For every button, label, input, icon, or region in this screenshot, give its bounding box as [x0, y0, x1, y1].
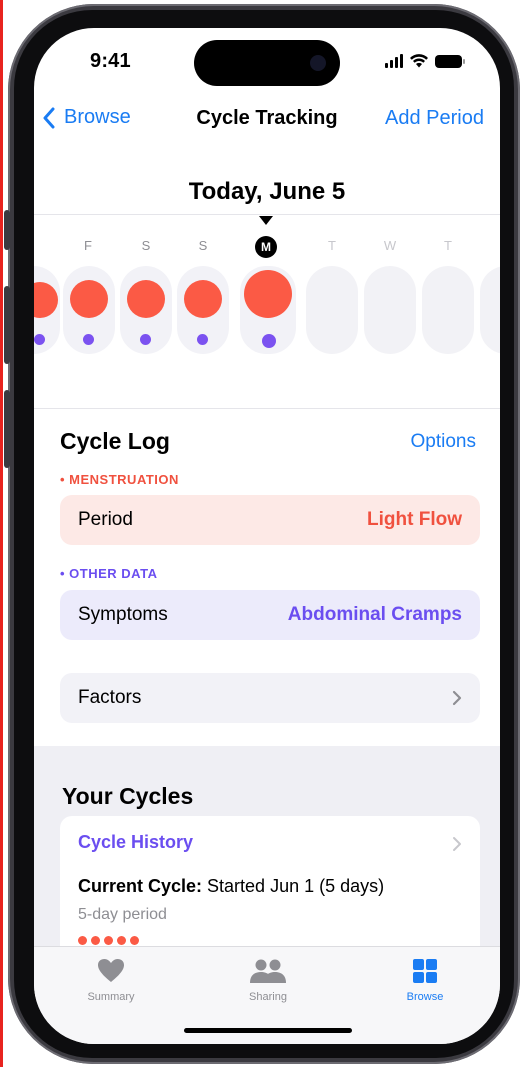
menstruation-tag: • MENSTRUATION — [60, 472, 179, 487]
period-value: Light Flow — [367, 509, 462, 530]
cellular-signal-icon — [385, 54, 403, 68]
period-label: Period — [78, 509, 133, 530]
day-letter: T — [444, 238, 452, 253]
current-cycle-value: Started Jun 1 (5 days) — [202, 876, 385, 896]
status-time: 9:41 — [90, 50, 131, 72]
current-cycle-label: Current Cycle: — [78, 876, 203, 896]
chevron-right-icon — [452, 690, 462, 706]
day-cell[interactable] — [422, 266, 474, 354]
period-length: 5-day period — [78, 906, 167, 923]
day-letter: W — [383, 238, 397, 253]
side-button-volume-up — [4, 286, 10, 364]
period-day-dot — [104, 936, 113, 945]
current-cycle-text: Current Cycle: Started Jun 1 (5 days) — [78, 876, 384, 897]
cycle-log-title: Cycle Log — [60, 428, 170, 454]
dynamic-island — [194, 40, 340, 86]
day-cell[interactable] — [480, 266, 500, 354]
day-letter: S — [141, 238, 151, 253]
day-letter: F — [84, 238, 92, 253]
symptoms-row[interactable]: Symptoms Abdominal Cramps — [60, 590, 480, 640]
period-dot — [70, 280, 108, 318]
factors-row[interactable]: Factors — [60, 673, 480, 723]
tab-summary[interactable]: Summary — [66, 957, 156, 1003]
today-arrow-icon — [259, 216, 273, 225]
tab-label: Sharing — [249, 991, 287, 1003]
day-cell[interactable] — [120, 266, 172, 354]
tab-label: Summary — [87, 991, 135, 1003]
grid-icon — [413, 959, 437, 983]
heart-icon — [98, 959, 124, 982]
other-data-tag: • OTHER DATA — [60, 566, 158, 581]
cycle-history-link[interactable]: Cycle History — [78, 832, 193, 853]
navigation-bar: Browse Cycle Tracking Add Period — [34, 100, 500, 140]
home-indicator[interactable] — [184, 1028, 352, 1033]
today-marker: M — [255, 236, 277, 258]
day-letter: T — [328, 238, 336, 253]
back-button-label: Browse — [64, 106, 131, 128]
back-button[interactable]: Browse — [42, 106, 131, 129]
day-cell[interactable] — [177, 266, 229, 354]
day-cell-today[interactable] — [240, 266, 296, 354]
divider — [34, 214, 500, 215]
side-button-silent — [4, 210, 10, 250]
period-dot — [34, 282, 58, 318]
tab-sharing[interactable]: Sharing — [223, 957, 313, 1003]
day-cell[interactable] — [306, 266, 358, 354]
period-dot — [244, 270, 292, 318]
add-period-button[interactable]: Add Period — [385, 107, 484, 130]
symptom-dot — [197, 334, 208, 345]
date-title: Today, June 5 — [188, 178, 346, 205]
symptom-dot — [83, 334, 94, 345]
day-strip — [34, 258, 500, 368]
battery-icon — [435, 54, 465, 68]
status-icons — [385, 54, 465, 68]
wifi-icon — [410, 54, 428, 68]
period-day-dot — [91, 936, 100, 945]
chevron-right-icon — [453, 837, 461, 851]
period-day-dot — [130, 936, 139, 945]
divider — [34, 408, 500, 409]
day-letter: S — [198, 238, 208, 253]
day-cell[interactable] — [63, 266, 115, 354]
factors-label: Factors — [78, 687, 142, 708]
chevron-left-icon — [43, 107, 55, 128]
day-cell[interactable] — [364, 266, 416, 354]
screen: 9:41 Browse Cycle Tracking Add Period To… — [34, 28, 500, 1044]
period-row[interactable]: Period Light Flow — [60, 495, 480, 545]
day-cell[interactable] — [34, 266, 60, 354]
symptoms-label: Symptoms — [78, 604, 168, 625]
period-day-dot — [78, 936, 87, 945]
period-dot — [184, 280, 222, 318]
period-dot — [127, 280, 165, 318]
period-days-dots — [78, 936, 139, 945]
people-icon — [250, 959, 286, 983]
side-button-volume-down — [4, 390, 10, 468]
camera-icon — [310, 55, 326, 71]
symptom-dot — [262, 334, 276, 348]
period-day-dot — [117, 936, 126, 945]
tab-browse[interactable]: Browse — [380, 957, 470, 1003]
options-button[interactable]: Options — [411, 431, 476, 453]
tab-label: Browse — [406, 991, 444, 1003]
your-cycles-title: Your Cycles — [62, 783, 194, 809]
left-edge-bar — [0, 0, 3, 1067]
symptoms-value: Abdominal Cramps — [287, 604, 462, 625]
symptom-dot — [140, 334, 151, 345]
symptom-dot — [34, 334, 45, 345]
